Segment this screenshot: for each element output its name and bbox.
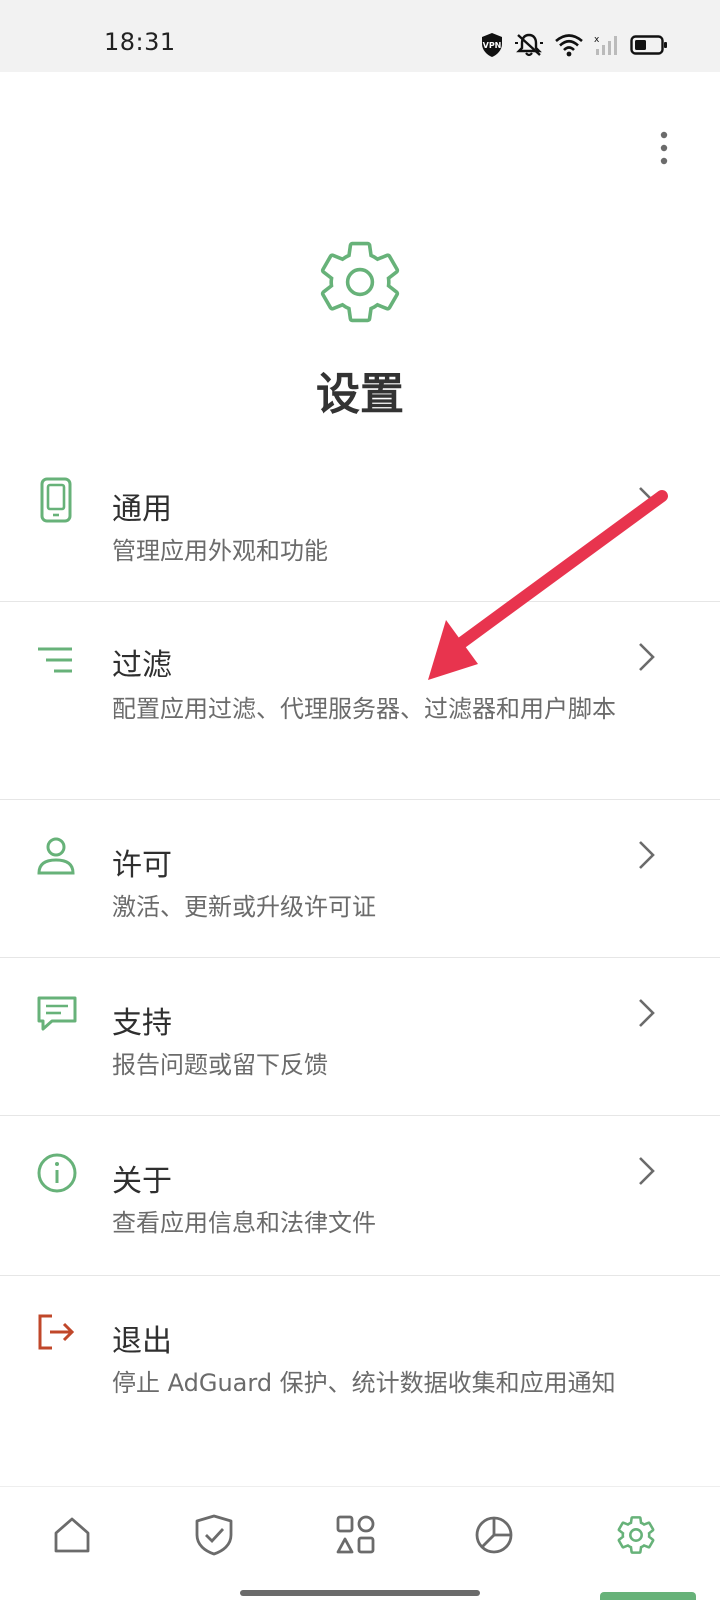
- settings-item-subtitle: 激活、更新或升级许可证: [112, 893, 376, 921]
- settings-item-title: 通用: [112, 492, 172, 527]
- chevron-right-icon: [636, 640, 658, 674]
- settings-item-title: 支持: [112, 1006, 172, 1041]
- info-icon: [36, 1152, 77, 1200]
- svg-text:x: x: [594, 35, 600, 45]
- settings-item-subtitle: 管理应用外观和功能: [112, 537, 328, 565]
- settings-item-title: 退出: [112, 1324, 172, 1359]
- active-tab-indicator: [600, 1592, 696, 1600]
- more-vertical-icon: [659, 131, 669, 169]
- nav-apps-button[interactable]: [326, 1509, 386, 1565]
- nav-protection-button[interactable]: [184, 1509, 244, 1565]
- settings-hero-icon: [312, 234, 408, 330]
- signal-icon: x: [594, 33, 620, 57]
- mute-icon: [514, 32, 544, 58]
- apps-icon: [335, 1514, 377, 1560]
- settings-item-filtering[interactable]: 过滤 配置应用过滤、代理服务器、过滤器和用户脚本: [0, 602, 720, 800]
- status-icons: VPN x: [480, 28, 668, 62]
- shield-icon: [193, 1513, 235, 1561]
- bottom-nav: [0, 1486, 720, 1601]
- nav-settings-button[interactable]: [606, 1509, 666, 1565]
- more-options-button[interactable]: [636, 122, 692, 178]
- settings-item-general[interactable]: 通用 管理应用外观和功能: [0, 448, 720, 602]
- settings-item-subtitle: 停止 AdGuard 保护、统计数据收集和应用通知: [112, 1369, 616, 1397]
- filter-lines-icon: [36, 640, 76, 688]
- svg-text:VPN: VPN: [483, 41, 502, 50]
- user-icon: [36, 836, 76, 884]
- status-bar: 18:31 VPN x: [0, 0, 720, 72]
- nav-home-button[interactable]: [42, 1509, 102, 1565]
- settings-icon: [614, 1513, 658, 1561]
- settings-item-subtitle: 查看应用信息和法律文件: [112, 1209, 376, 1237]
- stats-icon: [473, 1514, 515, 1560]
- settings-item-title: 过滤: [112, 648, 172, 683]
- settings-item-title: 许可: [112, 848, 172, 883]
- settings-item-exit[interactable]: 退出 停止 AdGuard 保护、统计数据收集和应用通知: [0, 1276, 720, 1456]
- settings-item-about[interactable]: 关于 查看应用信息和法律文件: [0, 1116, 720, 1276]
- page-title: 设置: [316, 369, 404, 420]
- settings-item-subtitle: 报告问题或留下反馈: [112, 1051, 328, 1079]
- chat-icon: [36, 994, 77, 1042]
- nav-statistics-button[interactable]: [464, 1509, 524, 1565]
- chevron-right-icon: [636, 484, 658, 518]
- status-time: 18:31: [104, 28, 176, 56]
- phone-icon: [36, 476, 76, 524]
- settings-item-support[interactable]: 支持 报告问题或留下反馈: [0, 958, 720, 1116]
- home-icon: [52, 1515, 92, 1559]
- vpn-icon: VPN: [480, 32, 504, 58]
- settings-item-license[interactable]: 许可 激活、更新或升级许可证: [0, 800, 720, 958]
- battery-icon: [630, 34, 668, 56]
- home-indicator[interactable]: [240, 1590, 480, 1596]
- wifi-icon: [554, 33, 584, 57]
- logout-icon: [36, 1312, 76, 1360]
- settings-item-title: 关于: [112, 1164, 172, 1199]
- chevron-right-icon: [636, 996, 658, 1030]
- settings-list: 通用 管理应用外观和功能 过滤 配置应用过滤、代理服务器、过滤器和用户脚本 许可…: [0, 448, 720, 1456]
- chevron-right-icon: [636, 838, 658, 872]
- settings-item-subtitle: 配置应用过滤、代理服务器、过滤器和用户脚本: [112, 695, 616, 723]
- chevron-right-icon: [636, 1154, 658, 1188]
